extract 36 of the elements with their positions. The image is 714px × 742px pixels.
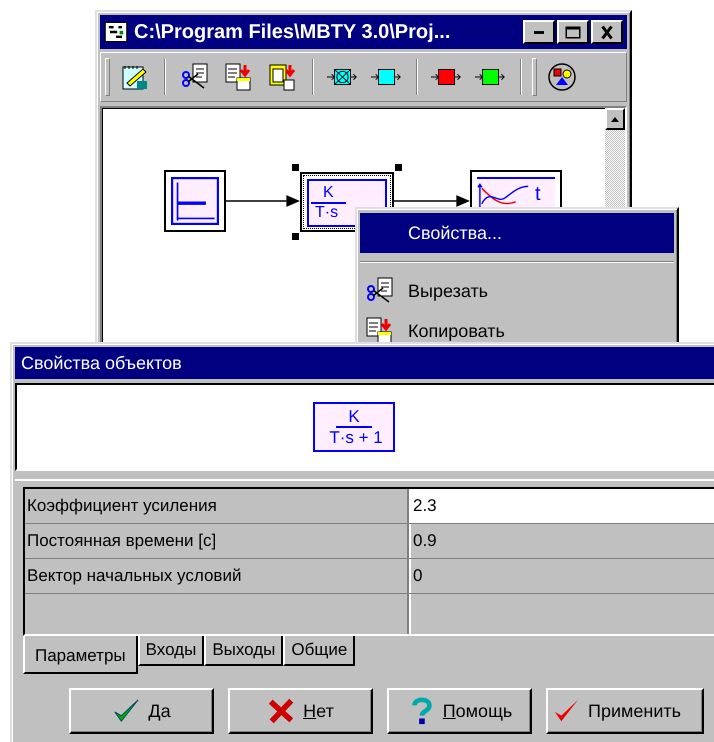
maximize-button[interactable] (557, 20, 589, 44)
numerator: K (311, 184, 346, 204)
menu-item[interactable]: Вырезать (360, 271, 674, 311)
dialog-button[interactable]: Применить (546, 688, 704, 734)
numerator: K (336, 407, 372, 428)
value-field[interactable]: 2.3 (409, 489, 714, 523)
tab[interactable]: Входы (138, 636, 204, 666)
selection-handle[interactable] (395, 164, 402, 171)
window-title: C:\Program Files\MBTY 3.0\Proj... (134, 20, 452, 44)
tab[interactable]: Выходы (204, 636, 284, 666)
step-block[interactable] (164, 170, 226, 232)
up-arrow-icon (610, 116, 620, 122)
dialog-title: Свойства объектов (21, 352, 182, 374)
selection-handle[interactable] (292, 233, 299, 240)
axis-label: t (535, 182, 541, 206)
checkmark-icon (112, 697, 140, 725)
property-name: Постоянная времени [с] (25, 524, 409, 558)
minimize-button[interactable] (523, 20, 555, 44)
dialog-button[interactable]: Помощь (387, 688, 532, 734)
tab[interactable]: Общие (283, 636, 356, 666)
property-name: Вектор начальных условий (25, 559, 409, 593)
step-graph-icon (171, 177, 219, 225)
dialog-button[interactable]: Нет (228, 688, 373, 734)
menu-item[interactable]: Свойства... (360, 213, 674, 253)
property-value: 0 (409, 559, 714, 593)
scroll-up-button[interactable] (605, 108, 625, 130)
property-value: 0.9 (409, 524, 714, 558)
cross-icon (267, 697, 296, 725)
dialog-button[interactable]: Да (69, 688, 214, 734)
denominator: T·s (314, 204, 338, 222)
selection-handle[interactable] (292, 164, 299, 171)
app-icon (104, 21, 128, 43)
denominator: T·s + 1 (328, 428, 383, 447)
tab[interactable]: Параметры (23, 636, 138, 674)
close-button[interactable] (591, 20, 623, 44)
minimize-icon (534, 30, 544, 34)
